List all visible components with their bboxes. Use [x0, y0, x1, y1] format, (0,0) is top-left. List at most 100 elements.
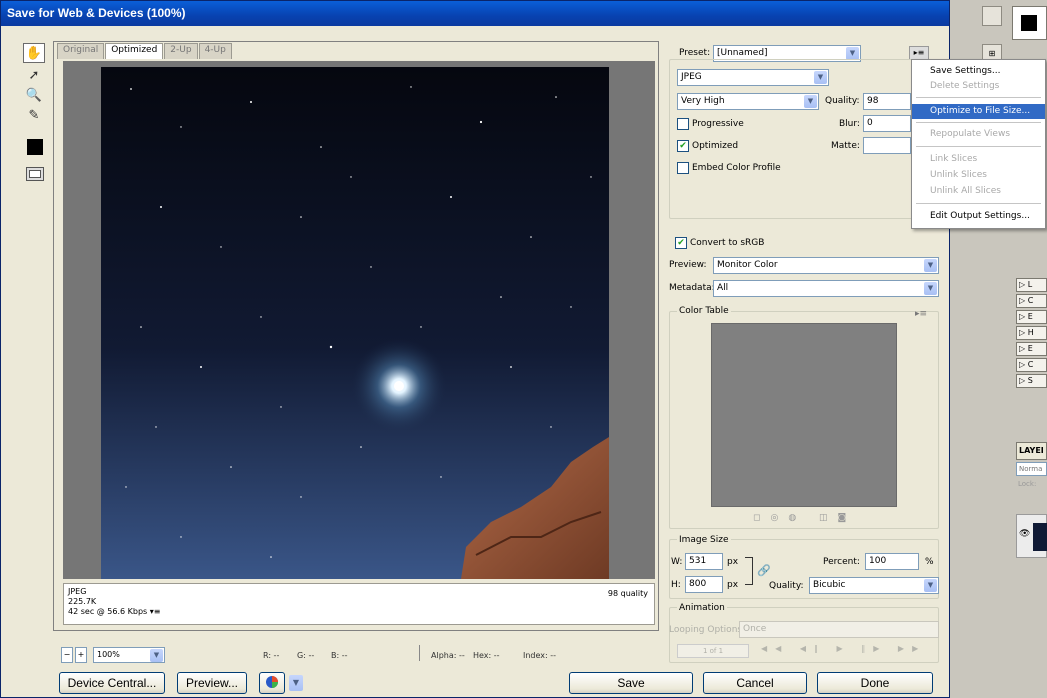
panel-row[interactable]: ▷ L	[1016, 278, 1047, 292]
color-table-tool-icons[interactable]: ◻◎◍ ◫◙	[753, 513, 856, 523]
dialog-title: Save for Web & Devices (100%)	[1, 1, 949, 26]
convert-srgb-checkbox[interactable]: ✔	[675, 237, 687, 249]
browser-dropdown-icon[interactable]: ▼	[289, 675, 303, 691]
convert-srgb-label: Convert to sRGB	[690, 238, 765, 248]
preview-mode-value: Monitor Color	[717, 260, 778, 270]
optimized-image-preview[interactable]	[101, 67, 609, 579]
zoom-in-icon[interactable]: +	[75, 647, 87, 663]
device-central-button[interactable]: Device Central...	[59, 672, 165, 694]
zoom-level-select[interactable]: 100% ▼	[93, 647, 165, 663]
menu-item-optimize-to-file-size[interactable]: Optimize to File Size...	[912, 104, 1045, 119]
height-label: H:	[671, 580, 681, 590]
menu-item-unlink-slices[interactable]: Unlink Slices	[912, 168, 1045, 183]
progressive-checkbox[interactable]	[677, 118, 689, 130]
layer-thumbnail	[1033, 523, 1047, 551]
metadata-select[interactable]: All ▼	[713, 280, 939, 297]
cancel-button[interactable]: Cancel	[703, 672, 807, 694]
compression-select[interactable]: Very High ▼	[677, 93, 819, 110]
menu-separator	[916, 203, 1041, 204]
format-select[interactable]: JPEG ▼	[677, 69, 829, 86]
embed-profile-checkbox[interactable]	[677, 162, 689, 174]
chevron-down-icon: ▼	[150, 649, 163, 662]
looping-value: Once	[743, 624, 767, 634]
panel-row-label: H	[1027, 328, 1034, 337]
looping-select[interactable]: Once	[739, 621, 939, 638]
red-readout: R: --	[263, 651, 280, 660]
panel-row[interactable]: ▷ H	[1016, 326, 1047, 340]
done-button[interactable]: Done	[817, 672, 933, 694]
preview-info-strip: JPEG 225.7K 42 sec @ 56.6 Kbps ▾≡ 98 qua…	[63, 583, 655, 625]
blend-mode-select[interactable]: Norma	[1016, 462, 1047, 476]
preview-mode-select[interactable]: Monitor Color ▼	[713, 257, 939, 274]
tab-optimized[interactable]: Optimized	[105, 43, 164, 59]
zoom-icon[interactable]: 🔍	[23, 85, 45, 105]
resample-label: Quality:	[769, 581, 804, 591]
layers-panel-tab[interactable]: LAYEI	[1016, 442, 1047, 460]
resample-select[interactable]: Bicubic ▼	[809, 577, 939, 594]
optimize-menu-icon[interactable]: ▸≡	[909, 46, 929, 60]
blue-readout: B: --	[331, 651, 348, 660]
info-quality: 98 quality	[607, 589, 648, 598]
width-label: W:	[671, 557, 683, 567]
tab-4-up[interactable]: 4-Up	[198, 43, 232, 59]
blur-input[interactable]: 0	[863, 115, 911, 132]
eyedropper-color-swatch[interactable]	[27, 139, 43, 155]
panel-row[interactable]: ▷ E	[1016, 310, 1047, 324]
menu-item-delete-settings[interactable]: Delete Settings	[912, 79, 1045, 94]
layer-row[interactable]: 👁	[1016, 514, 1047, 558]
link-icon[interactable]: 🔗	[757, 564, 771, 577]
foreground-swatch-panel[interactable]	[1012, 6, 1047, 40]
looping-label: Looping Options:	[669, 625, 746, 635]
quality-label: Quality:	[825, 96, 860, 106]
menu-item-link-slices[interactable]: Link Slices	[912, 152, 1045, 167]
save-for-web-dialog: Save for Web & Devices (100%) ✋ ➚ 🔍 ✎ Or…	[0, 0, 1046, 698]
blur-label: Blur:	[839, 119, 860, 129]
preview-button[interactable]: Preview...	[177, 672, 247, 694]
tab-2-up[interactable]: 2-Up	[164, 43, 198, 59]
zoom-out-icon[interactable]: −	[61, 647, 73, 663]
slice-select-icon[interactable]: ➚	[23, 65, 45, 85]
preview-tabs: Original Optimized 2-Up 4-Up	[57, 43, 233, 59]
color-table-swatches[interactable]	[711, 323, 897, 507]
preset-value: [Unnamed]	[717, 48, 768, 58]
info-file-size: 225.7K	[68, 597, 97, 606]
metadata-label: Metadata:	[669, 283, 715, 293]
color-table-menu-icon[interactable]: ▸≡	[915, 309, 927, 319]
menu-item-repopulate-views[interactable]: Repopulate Views	[912, 127, 1045, 142]
save-button[interactable]: Save	[569, 672, 693, 694]
preview-mode-label: Preview:	[669, 260, 707, 270]
connection-menu-icon[interactable]: ▾≡	[150, 607, 161, 616]
width-unit: px	[727, 557, 739, 567]
tab-original[interactable]: Original	[57, 43, 105, 59]
menu-separator	[916, 97, 1041, 98]
panel-row-label: S	[1027, 376, 1033, 385]
percent-unit: %	[925, 557, 934, 567]
download-time-text: 42 sec @ 56.6 Kbps	[68, 607, 148, 616]
toggle-slices-icon[interactable]	[26, 167, 44, 181]
menu-item-save-settings[interactable]: Save Settings...	[912, 64, 1045, 79]
readout-divider	[419, 645, 420, 661]
chevron-down-icon: ▼	[924, 282, 937, 295]
eye-icon[interactable]: 👁	[1019, 529, 1030, 539]
optimized-checkbox[interactable]: ✔	[677, 140, 689, 152]
panel-row[interactable]: ▷ S	[1016, 374, 1047, 388]
quality-input[interactable]: 98	[863, 93, 911, 110]
progressive-label: Progressive	[692, 119, 744, 129]
resample-value: Bicubic	[813, 580, 846, 590]
palette-icon[interactable]	[982, 6, 1002, 26]
browser-icon[interactable]	[259, 672, 285, 694]
panel-row[interactable]: ▷ C	[1016, 294, 1047, 308]
hex-readout: Hex: --	[473, 651, 500, 660]
height-input[interactable]: 800	[685, 576, 723, 593]
panel-row[interactable]: ▷ E	[1016, 342, 1047, 356]
eyedropper-icon[interactable]: ✎	[23, 105, 45, 125]
matte-select[interactable]	[863, 137, 911, 154]
menu-item-edit-output-settings[interactable]: Edit Output Settings...	[912, 209, 1045, 224]
percent-label: Percent:	[823, 557, 860, 567]
percent-input[interactable]: 100	[865, 553, 919, 570]
frame-controls[interactable]: ◀◀ ◀‖ ▶ ‖▶ ▶▶	[761, 644, 937, 658]
hand-icon[interactable]: ✋	[23, 43, 45, 63]
menu-item-unlink-all-slices[interactable]: Unlink All Slices	[912, 184, 1045, 199]
width-input[interactable]: 531	[685, 553, 723, 570]
panel-row[interactable]: ▷ C	[1016, 358, 1047, 372]
